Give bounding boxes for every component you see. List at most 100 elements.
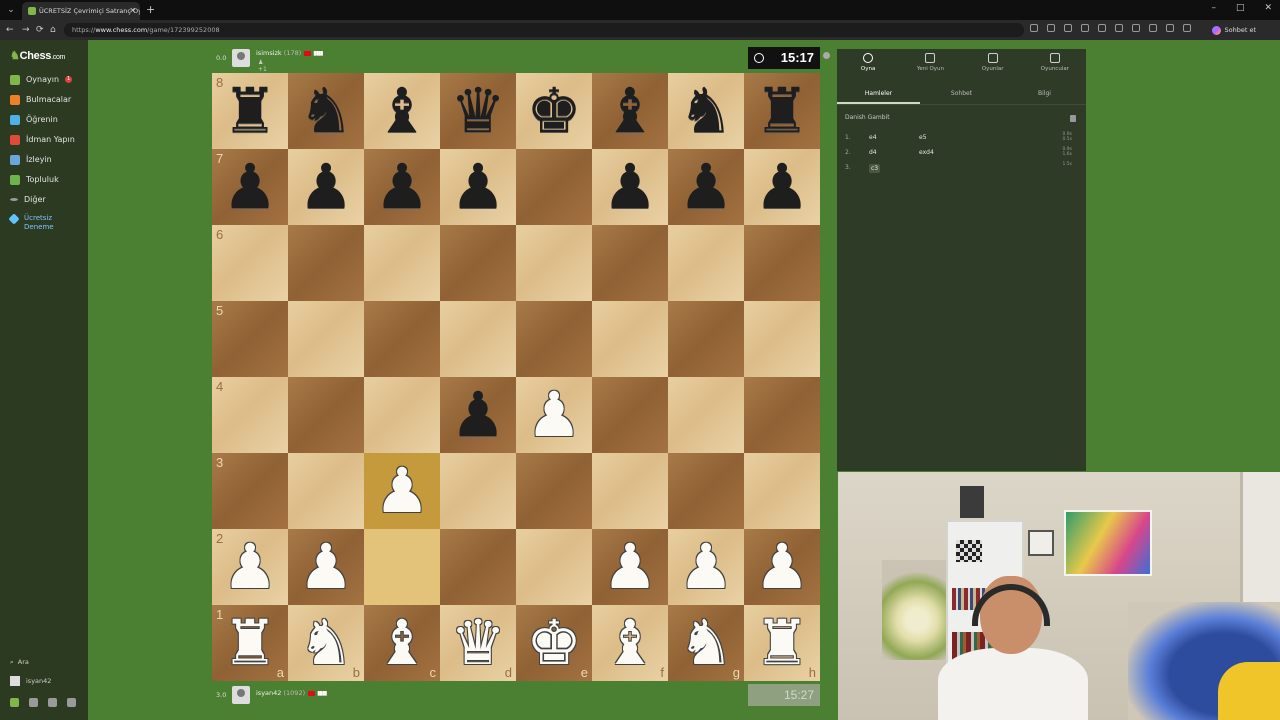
square-e1[interactable]: e ♚ [516,605,592,681]
white-pawn-icon[interactable]: ♟ [516,377,592,453]
sidebar-item-learn[interactable]: Öğrenin [10,113,58,127]
chess-logo[interactable]: ♞Chess.com [10,49,65,62]
square-h6[interactable] [744,225,820,301]
square-f2[interactable]: ♟ [592,529,668,605]
tab-menu-icon[interactable]: ⌄ [4,3,18,17]
square-h7[interactable]: ♟ [744,149,820,225]
square-e3[interactable] [516,453,592,529]
square-b7[interactable]: ♟ [288,149,364,225]
square-e5[interactable] [516,301,592,377]
square-a2[interactable]: 2 ♟ [212,529,288,605]
square-c3[interactable]: ♟ [364,453,440,529]
opponent-name[interactable]: isimsizk (178) ▮▮▮▮ [256,49,324,57]
square-f3[interactable] [592,453,668,529]
friends-icon[interactable] [10,698,19,707]
square-f7[interactable]: ♟ [592,149,668,225]
white-rook-icon[interactable]: ♜ [744,605,820,681]
messages-icon[interactable] [29,698,38,707]
new-tab-button[interactable]: + [146,2,155,18]
square-a6[interactable]: 6 [212,225,288,301]
sidebar-item-train[interactable]: İdman Yapın [10,133,75,147]
black-pawn-icon[interactable]: ♟ [744,149,820,225]
square-b4[interactable] [288,377,364,453]
square-g1[interactable]: g ♞ [668,605,744,681]
white-bishop-icon[interactable]: ♝ [592,605,668,681]
grid-icon[interactable] [1064,24,1072,32]
browser-tab[interactable]: ÜCRETSİZ Çevrimiçi Satranç Oy ✕ [22,2,140,20]
copilot-chat-button[interactable]: Sohbet et [1212,23,1256,37]
favorite-icon[interactable] [1081,24,1089,32]
square-b8[interactable]: ♞ [288,73,364,149]
settings-icon[interactable] [67,698,76,707]
square-h8[interactable]: ♜ [744,73,820,149]
history-icon[interactable] [1132,24,1140,32]
square-b1[interactable]: b ♞ [288,605,364,681]
black-knight-icon[interactable]: ♞ [668,73,744,149]
square-c2[interactable] [364,529,440,605]
square-c8[interactable]: ♝ [364,73,440,149]
refresh-icon[interactable] [1115,24,1123,32]
tab-play[interactable]: Oyna [837,49,899,79]
square-d7[interactable]: ♟ [440,149,516,225]
square-g6[interactable] [668,225,744,301]
sidebar-item-play[interactable]: Oynayın 1 [10,73,73,87]
square-h3[interactable] [744,453,820,529]
white-pawn-icon[interactable]: ♟ [212,529,288,605]
black-rook-icon[interactable]: ♜ [212,73,288,149]
white-move[interactable]: e4 [869,134,877,141]
tab-games[interactable]: Oyunlar [962,49,1024,79]
square-h4[interactable] [744,377,820,453]
square-e7[interactable] [516,149,592,225]
black-move[interactable]: exd4 [919,149,934,156]
square-b5[interactable] [288,301,364,377]
square-h5[interactable] [744,301,820,377]
square-h2[interactable]: ♟ [744,529,820,605]
square-a4[interactable]: 4 [212,377,288,453]
white-pawn-icon[interactable]: ♟ [668,529,744,605]
reload-button[interactable]: ⟳ [36,23,44,37]
square-a7[interactable]: 7 ♟ [212,149,288,225]
square-c7[interactable]: ♟ [364,149,440,225]
player-avatar[interactable] [232,686,250,704]
player-name[interactable]: isyan42 (1092) ▮▮▮▮ [256,689,327,697]
black-bishop-icon[interactable]: ♝ [592,73,668,149]
square-b6[interactable] [288,225,364,301]
sidebar-item-free-trial[interactable]: Ücretsiz Deneme [8,212,54,231]
black-pawn-icon[interactable]: ♟ [212,149,288,225]
maximize-button[interactable]: □ [1236,3,1245,13]
tab-players[interactable]: Oyuncular [1024,49,1086,79]
downloads-icon[interactable] [1183,24,1191,32]
minimize-button[interactable]: – [1211,3,1216,13]
white-knight-icon[interactable]: ♞ [668,605,744,681]
address-bar[interactable]: https://www.chess.com/game/172399252008 [64,23,1024,37]
white-knight-icon[interactable]: ♞ [288,605,364,681]
white-bishop-icon[interactable]: ♝ [364,605,440,681]
square-c1[interactable]: c ♝ [364,605,440,681]
subtab-moves[interactable]: Hamleler [837,83,920,104]
square-d2[interactable] [440,529,516,605]
close-window-button[interactable]: ✕ [1264,3,1272,13]
square-b3[interactable] [288,453,364,529]
square-d8[interactable]: ♛ [440,73,516,149]
square-d1[interactable]: d ♛ [440,605,516,681]
black-knight-icon[interactable]: ♞ [288,73,364,149]
black-pawn-icon[interactable]: ♟ [668,149,744,225]
chess-board[interactable]: 8 ♜ ♞ ♝ ♛ ♚ ♝ ♞ ♜ 7 ♟ ♟ ♟ ♟ ♟ ♟ ♟ 6 5 4 ♟ ♟ 3 ♟ 2 ♟ ♟ ♟ ♟ ♟ 1 a ♜ b ♞ c ♝ d ♛ e… [212,73,820,681]
square-d3[interactable] [440,453,516,529]
collections-icon[interactable] [1149,24,1157,32]
square-a8[interactable]: 8 ♜ [212,73,288,149]
split-icon[interactable] [1166,24,1174,32]
square-c6[interactable] [364,225,440,301]
back-button[interactable]: ← [6,23,14,37]
square-g5[interactable] [668,301,744,377]
square-g2[interactable]: ♟ [668,529,744,605]
sidebar-item-more[interactable]: Diğer [10,193,46,207]
subtab-info[interactable]: Bilgi [1003,83,1086,104]
white-pawn-icon[interactable]: ♟ [364,453,440,529]
square-f1[interactable]: f ♝ [592,605,668,681]
square-f6[interactable] [592,225,668,301]
board-settings-icon[interactable] [823,52,830,59]
black-bishop-icon[interactable]: ♝ [364,73,440,149]
square-f4[interactable] [592,377,668,453]
square-e6[interactable] [516,225,592,301]
